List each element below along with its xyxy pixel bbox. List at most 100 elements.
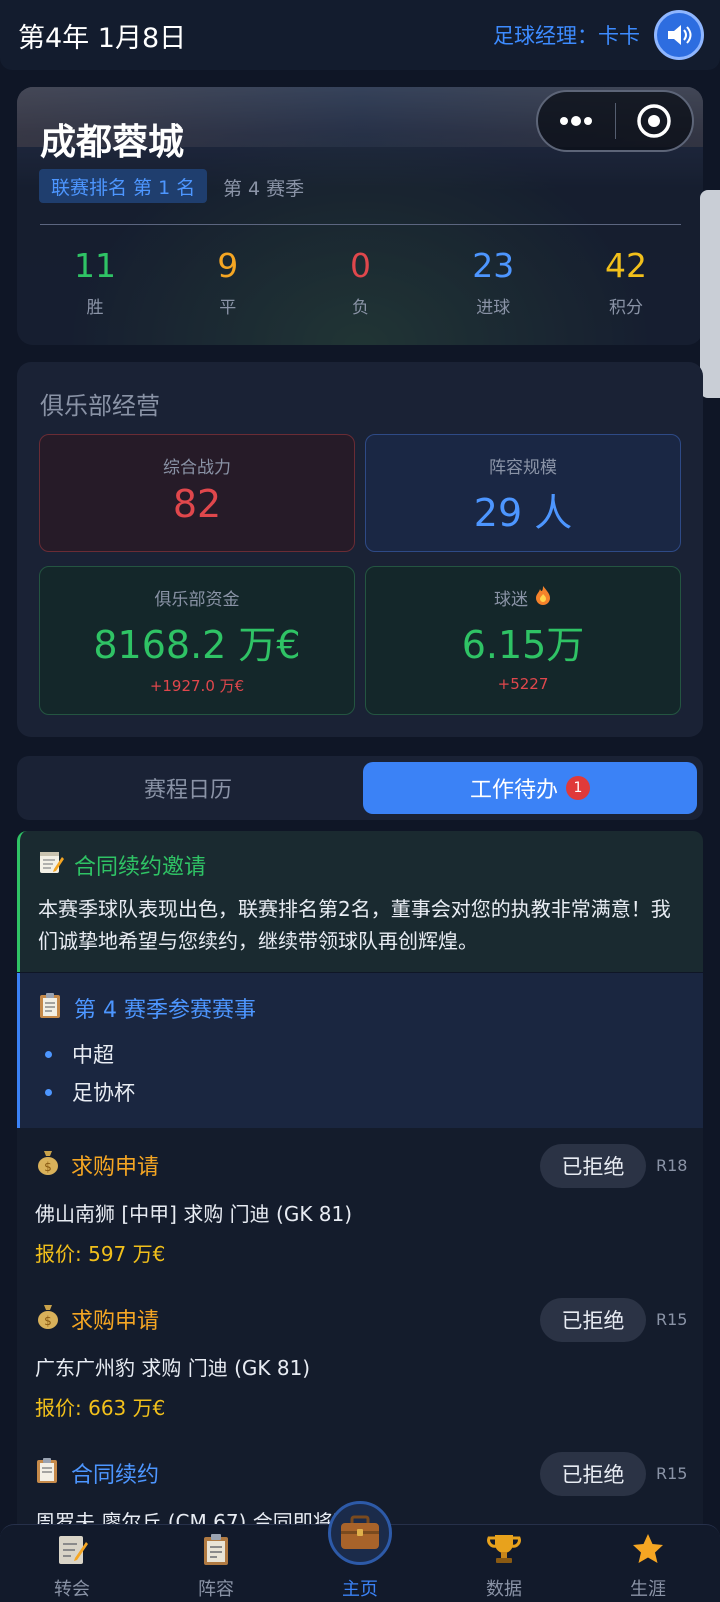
nav-transfer[interactable]: 转会 (0, 1525, 144, 1602)
stat-points-value: 42 (605, 246, 647, 285)
app-root: 第4年 1月8日 足球经理：卡卡 成都蓉城 联赛排名 第 1 名 第 4 赛季 … (0, 0, 720, 1602)
rejected-status-button[interactable]: 已拒绝 (540, 1452, 646, 1496)
list-item: 中超 (38, 1035, 135, 1073)
stat-points: 42 积分 (571, 246, 681, 319)
request-description: 佛山南狮 [中甲] 求购 门迪 (GK 81) (35, 1202, 353, 1226)
nav-transfer-label: 转会 (54, 1579, 90, 1600)
season-label: 第 4 赛季 (223, 178, 305, 200)
clipboard-icon (38, 991, 64, 1025)
stat-wins-label: 胜 (86, 298, 104, 318)
kpi-club-funds-value: 8168.2 万€ (93, 623, 301, 667)
stat-points-label: 积分 (609, 298, 643, 318)
money-bag-icon: $ (35, 1148, 61, 1182)
competitions-title: 第 4 赛季参赛赛事 (74, 998, 256, 1023)
clipboard-icon (35, 1456, 61, 1490)
game-date: 第4年 1月8日 (18, 22, 187, 54)
request-list: $ 求购申请 已拒绝 R18 佛山南狮 [中甲] 求购 门迪 (GK 81) 报… (17, 1128, 703, 1534)
kpi-squad-size[interactable]: 阵容规模 29 人 (365, 434, 681, 552)
kpi-club-funds-label: 俱乐部资金 (154, 590, 240, 610)
stat-draws-value: 9 (217, 246, 239, 285)
request-title: 合同续约 (71, 1463, 160, 1488)
memo-icon (52, 1529, 92, 1569)
stat-goals: 23 进球 (438, 246, 548, 319)
contract-invite-body: 本赛季球队表现出色，联赛排名第2名，董事会对您的执教非常满意！我们诚挚地希望与您… (38, 897, 671, 953)
league-rank-badge: 联赛排名 第 1 名 (39, 169, 208, 203)
request-title: 求购申请 (71, 1155, 160, 1180)
kpi-fans-header: 球迷 (366, 585, 680, 610)
round-label: R15 (656, 1310, 688, 1329)
stat-goals-label: 进球 (476, 298, 511, 318)
star-icon (628, 1529, 668, 1569)
nav-career[interactable]: 生涯 (576, 1525, 720, 1602)
stat-wins: 11 胜 (40, 247, 150, 319)
fire-icon (534, 585, 552, 610)
bullet (45, 1088, 52, 1096)
trophy-icon (484, 1529, 524, 1569)
contract-invite-notice[interactable]: 合同续约邀请 本赛季球队表现出色，联赛排名第2名，董事会对您的执教非常满意！我们… (17, 831, 703, 972)
request-title: 求购申请 (71, 1309, 160, 1334)
list-item[interactable]: $ 求购申请 已拒绝 R18 佛山南狮 [中甲] 求购 门迪 (GK 81) 报… (17, 1128, 703, 1278)
clipboard-icon (196, 1529, 236, 1569)
club-management-card: 俱乐部经营 综合战力 82 阵容规模 29 人 俱乐部资金 8168.2 万€ … (17, 362, 703, 737)
manager-name[interactable]: 足球经理：卡卡 (493, 20, 640, 50)
season-competitions-notice[interactable]: 第 4 赛季参赛赛事 中超 足协杯 (17, 973, 703, 1128)
scrollbar-thumb[interactable] (700, 190, 720, 398)
nav-home[interactable]: 主页 (288, 1501, 432, 1602)
kpi-team-power-label: 综合战力 (163, 458, 231, 478)
stat-losses-value: 0 (350, 246, 371, 285)
rejected-status-button[interactable]: 已拒绝 (540, 1298, 646, 1342)
tab-todo[interactable]: 工作待办 1 (363, 762, 697, 814)
stat-goals-value: 23 (472, 246, 515, 285)
contract-invite-title: 合同续约邀请 (74, 855, 207, 880)
round-label: R18 (656, 1156, 688, 1175)
competition-name: 中超 (72, 1043, 114, 1067)
request-description: 广东广州豹 求购 门迪 (GK 81) (35, 1356, 311, 1380)
nav-home-label: 主页 (342, 1579, 378, 1600)
tab-schedule[interactable]: 赛程日历 (23, 762, 353, 814)
request-title-row: 合同续约 (35, 1456, 159, 1490)
kpi-fans-delta: +5227 (497, 675, 549, 693)
kpi-club-funds[interactable]: 俱乐部资金 8168.2 万€ +1927.0 万€ (39, 566, 355, 715)
competitions-title-row: 第 4 赛季参赛赛事 (38, 991, 256, 1025)
kpi-fans[interactable]: 球迷 6.15万 +5227 (365, 566, 681, 715)
briefcase-icon (328, 1501, 392, 1565)
list-item[interactable]: $ 求购申请 已拒绝 R15 广东广州豹 求购 门迪 (GK 81) 报价: 6… (17, 1282, 703, 1432)
stat-draws: 9 平 (173, 246, 283, 319)
nav-squad-label: 阵容 (198, 1579, 234, 1600)
kpi-club-funds-delta: +1927.0 万€ (149, 677, 245, 695)
svg-text:$: $ (44, 1160, 52, 1174)
bottom-nav: 转会 阵容 主页 数据 生涯 (0, 1501, 720, 1602)
kpi-team-power-value: 82 (172, 482, 222, 526)
miniprogram-capsule (536, 90, 694, 152)
money-bag-icon: $ (35, 1302, 61, 1336)
nav-data[interactable]: 数据 (432, 1525, 576, 1602)
nav-squad[interactable]: 阵容 (144, 1525, 288, 1602)
kpi-team-power[interactable]: 综合战力 82 (39, 434, 355, 552)
competition-list: 中超 足协杯 (38, 1035, 135, 1111)
kpi-fans-label: 球迷 (494, 590, 528, 610)
todo-count-badge: 1 (566, 776, 590, 800)
request-title-row: $ 求购申请 (35, 1302, 159, 1336)
rejected-status-button[interactable]: 已拒绝 (540, 1144, 646, 1188)
season-stats: 11 胜 9 平 0 负 23 进球 42 积分 (40, 246, 681, 319)
kpi-squad-size-label: 阵容规模 (489, 458, 557, 478)
nav-career-label: 生涯 (630, 1579, 666, 1600)
svg-text:$: $ (44, 1314, 52, 1328)
kpi-fans-value: 6.15万 (461, 623, 585, 667)
speaker-icon[interactable] (654, 10, 704, 60)
team-name: 成都蓉城 (40, 122, 185, 163)
nav-data-label: 数据 (486, 1579, 522, 1600)
tab-todo-label: 工作待办 (469, 778, 558, 803)
target-close-icon[interactable] (616, 92, 693, 150)
home-tabs: 赛程日历 工作待办 1 (17, 756, 703, 820)
top-bar: 第4年 1月8日 足球经理：卡卡 (0, 0, 720, 70)
memo-icon (38, 849, 64, 881)
request-price: 报价: 663 万€ (35, 1396, 166, 1420)
kpi-squad-size-value: 29 人 (473, 491, 573, 535)
competition-name: 足协杯 (72, 1081, 135, 1105)
more-dots-icon[interactable] (538, 92, 615, 150)
top-right-group: 足球经理：卡卡 (493, 10, 704, 60)
club-management-title: 俱乐部经营 (40, 392, 160, 420)
round-label: R15 (656, 1464, 688, 1483)
stat-losses-label: 负 (352, 298, 369, 318)
